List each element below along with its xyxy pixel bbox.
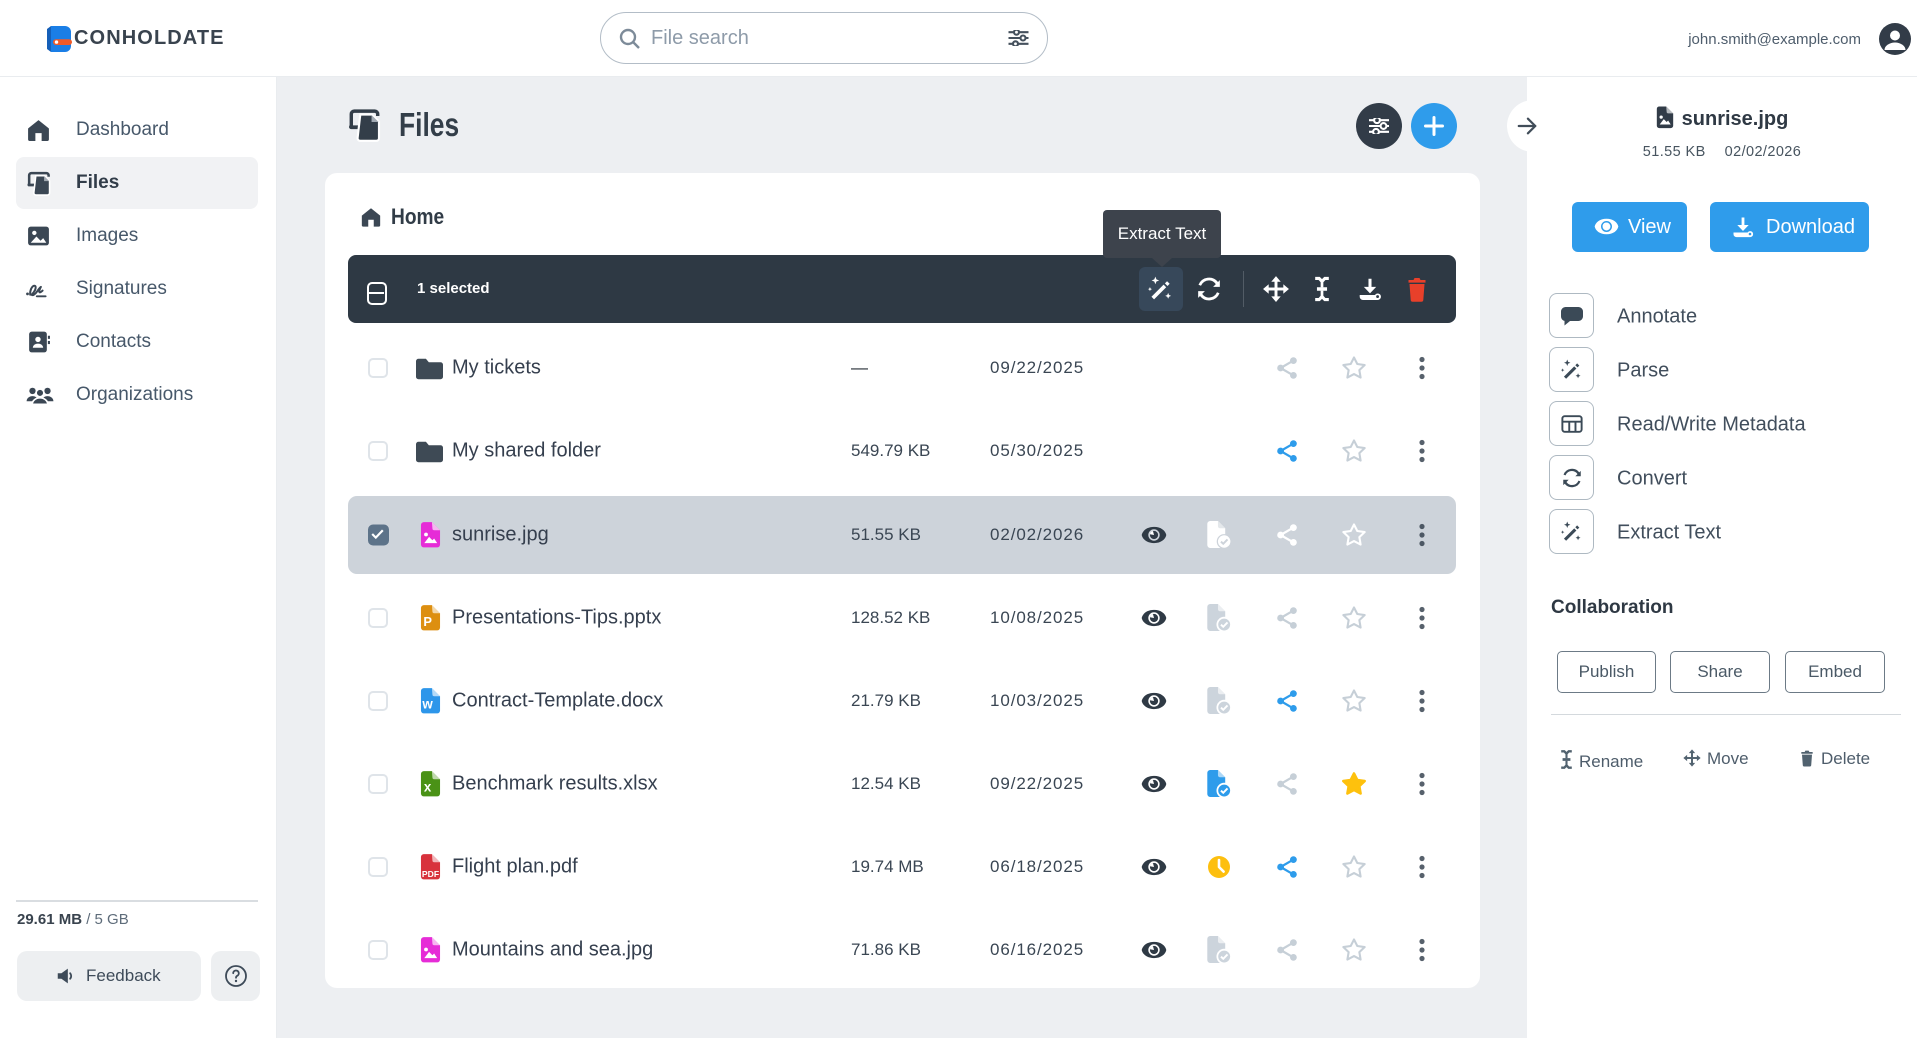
svg-text:P: P [423, 614, 432, 629]
svg-text:x: x [424, 780, 432, 795]
svg-text:w: w [421, 697, 433, 712]
svg-text:PDF: PDF [422, 869, 439, 879]
